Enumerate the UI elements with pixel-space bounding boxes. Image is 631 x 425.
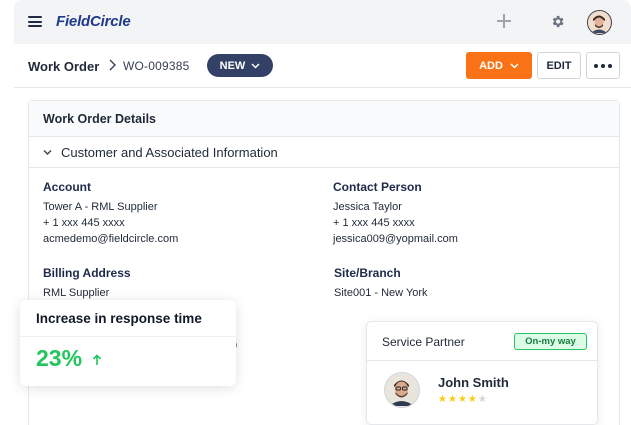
account-phone: + 1 xxx 445 xxxx: [43, 217, 125, 229]
ellipsis-dot: [608, 63, 612, 68]
section-title: Customer and Associated Information: [61, 144, 278, 160]
section-toggle[interactable]: Customer and Associated Information: [29, 137, 619, 168]
response-time-value-row: 23%: [36, 345, 102, 372]
account-email[interactable]: acmedemo@fieldcircle.com: [43, 231, 178, 247]
avatar-icon: [385, 373, 418, 406]
account-label: Account: [43, 180, 91, 194]
card-title: Work Order Details: [29, 101, 619, 137]
more-options-button[interactable]: [586, 52, 620, 79]
response-time-title: Increase in response time: [20, 300, 236, 337]
ellipsis-icon: [594, 63, 598, 68]
chevron-down-icon: [510, 62, 519, 69]
contact-field: Contact Person Jessica Taylor + 1 xxx 44…: [333, 180, 458, 247]
chevron-right-icon: [109, 59, 116, 71]
add-button-label: ADD: [479, 59, 503, 72]
edit-button[interactable]: EDIT: [537, 52, 581, 79]
contact-label: Contact Person: [333, 180, 422, 194]
contact-email[interactable]: jessica009@yopmail.com: [333, 231, 458, 247]
top-bar: FieldCircle: [14, 0, 631, 44]
gear-icon[interactable]: [550, 14, 565, 29]
chevron-down-icon: [43, 149, 52, 155]
star-icon: ★: [467, 394, 478, 405]
site-value: Site001 - New York: [334, 287, 428, 299]
page-header: Work Order WO-009385 NEW ADD EDIT: [14, 44, 631, 88]
hamburger-icon[interactable]: [28, 16, 42, 27]
contact-phone: + 1 xxx 445 xxxx: [333, 217, 415, 229]
site-field: Site/Branch Site001 - New York: [334, 266, 428, 301]
arrow-up-icon: [92, 354, 102, 365]
ellipsis-dot: [601, 63, 605, 68]
rating-stars: ★★★★★: [438, 394, 488, 405]
star-icon: ★: [457, 394, 468, 405]
avatar[interactable]: [587, 10, 612, 35]
star-icon: ★: [477, 394, 488, 405]
work-order-id: WO-009385: [123, 59, 190, 73]
avatar: [384, 372, 420, 408]
contact-name: Jessica Taylor: [333, 201, 402, 213]
site-label: Site/Branch: [334, 266, 401, 280]
app-logo: FieldCircle: [56, 13, 131, 30]
chevron-down-icon: [251, 62, 260, 69]
response-time-card: Increase in response time 23%: [20, 300, 236, 386]
status-dropdown[interactable]: NEW: [207, 54, 273, 77]
account-name: Tower A - RML Supplier: [43, 201, 158, 213]
response-time-value: 23%: [36, 345, 83, 371]
billing-field: Billing Address RML Supplier: [43, 266, 131, 301]
plus-icon[interactable]: [497, 14, 511, 28]
breadcrumb-root[interactable]: Work Order: [28, 59, 99, 74]
status-badge: On-my way: [514, 333, 587, 350]
service-partner-name: John Smith: [438, 375, 509, 390]
star-icon: ★: [438, 394, 448, 405]
account-field: Account Tower A - RML Supplier + 1 xxx 4…: [43, 180, 178, 247]
billing-line-1: RML Supplier: [43, 287, 110, 299]
service-partner-card: Service Partner On-my way John Smith ★★★…: [366, 321, 598, 425]
status-label: NEW: [219, 59, 246, 72]
billing-label: Billing Address: [43, 266, 131, 280]
avatar-icon: [588, 11, 610, 33]
add-button[interactable]: ADD: [466, 52, 532, 79]
star-icon: ★: [447, 394, 458, 405]
